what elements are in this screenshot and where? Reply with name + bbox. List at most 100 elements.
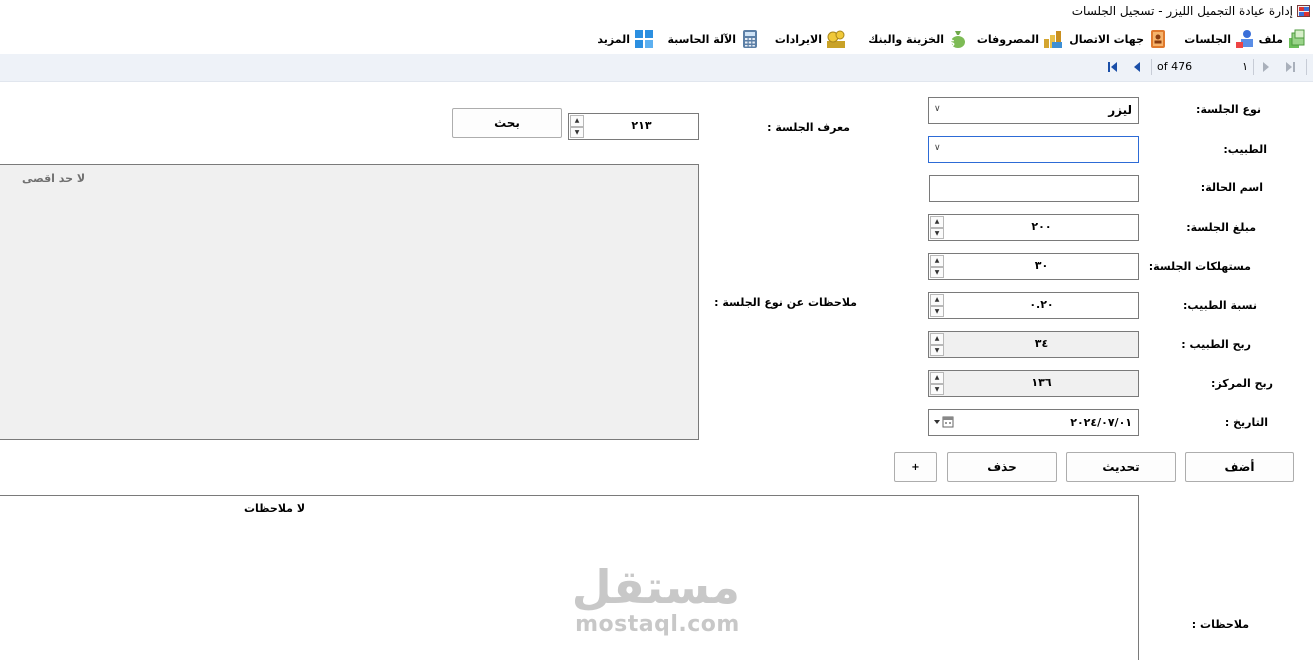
watermark-latin: mostaql.com [575, 612, 740, 637]
doctor-label: الطبيب: [1223, 143, 1267, 156]
session-id-value: ٢١٣ [631, 119, 652, 132]
more-icon [634, 29, 654, 49]
menu-treasury-label: الخزينة والبنك [868, 32, 944, 46]
session-supplies-spinner[interactable]: ▲ ▼ ٣٠ [928, 253, 1139, 280]
session-amount-spinner[interactable]: ▲ ▼ ٢٠٠ [928, 214, 1139, 241]
move-previous-icon[interactable] [1130, 60, 1144, 74]
session-type-combo[interactable]: ليزر ∨ [928, 97, 1139, 124]
spin-up-icon[interactable]: ▲ [570, 115, 584, 127]
spinner-buttons[interactable]: ▲ ▼ [930, 255, 944, 278]
spin-up-icon[interactable]: ▲ [930, 294, 944, 306]
sessions-icon [1235, 29, 1255, 49]
spin-up-icon[interactable]: ▲ [930, 372, 944, 384]
doctor-ratio-spinner[interactable]: ▲ ▼ ٠.٢٠ [928, 292, 1139, 319]
menu-contacts-label: جهات الاتصال [1069, 32, 1144, 46]
expenses-icon [1043, 29, 1063, 49]
spinner-buttons[interactable]: ▲ ▼ [930, 333, 944, 356]
doctor-combo[interactable]: ∨ [928, 136, 1139, 163]
record-navigator: ١ of 476 [0, 54, 1313, 82]
calculator-icon [740, 29, 760, 49]
extra-button[interactable]: + [894, 452, 937, 482]
delete-button[interactable]: حذف [947, 452, 1057, 482]
case-name-input[interactable] [929, 175, 1139, 202]
type-notes-text: لا حد اقصى [22, 172, 86, 185]
file-icon [1287, 29, 1307, 49]
date-picker[interactable]: ٢٠٢٤/٠٧/٠١ [928, 409, 1139, 436]
menu-expenses[interactable]: المصروفات [977, 28, 1063, 50]
notes-memo[interactable]: لا ملاحظات [0, 495, 1139, 660]
search-button[interactable]: بحث [452, 108, 562, 138]
menu-expenses-label: المصروفات [976, 32, 1039, 46]
notes-text: لا ملاحظات [244, 502, 306, 515]
window-title: إدارة عيادة التجميل الليزر - تسجيل الجلس… [1071, 4, 1293, 18]
menu-treasury[interactable]: $ الخزينة والبنك [868, 28, 968, 50]
session-supplies-label: مستهلكات الجلسة: [1148, 260, 1251, 273]
spinner-buttons[interactable]: ▲ ▼ [930, 216, 944, 239]
chevron-down-icon[interactable]: ∨ [934, 143, 941, 153]
menu-bar: ملف الجلسات جهات الاتصال المصروفات $ الخ… [0, 23, 1313, 54]
type-notes-memo[interactable]: لا حد اقصى [0, 164, 699, 440]
menu-sessions-label: الجلسات [1184, 32, 1231, 46]
session-id-spinner[interactable]: ▲ ▼ ٢١٣ [568, 113, 699, 140]
menu-contacts[interactable]: جهات الاتصال [1069, 28, 1168, 50]
type-notes-label: ملاحظات عن نوع الجلسة : [714, 296, 857, 309]
doctor-profit-label: ربح الطبيب : [1181, 338, 1251, 351]
contacts-icon [1148, 29, 1168, 49]
menu-revenue-label: الايرادات [774, 32, 822, 46]
spin-up-icon[interactable]: ▲ [930, 216, 944, 228]
navigator-grip [1306, 59, 1307, 75]
chevron-down-icon[interactable]: ∨ [934, 104, 941, 114]
menu-calculator-label: الآلة الحاسبة [667, 32, 736, 46]
update-button[interactable]: تحديث [1066, 452, 1176, 482]
spin-down-icon[interactable]: ▼ [930, 344, 944, 356]
spin-down-icon[interactable]: ▼ [930, 227, 944, 239]
menu-sessions[interactable]: الجلسات [1184, 28, 1255, 50]
spin-down-icon[interactable]: ▼ [570, 126, 584, 138]
spin-down-icon[interactable]: ▼ [930, 383, 944, 395]
treasury-icon: $ [948, 29, 968, 49]
notes-label: ملاحظات : [1191, 618, 1249, 631]
navigator-separator [1253, 59, 1254, 75]
menu-revenue[interactable]: الايرادات [775, 28, 846, 50]
spinner-buttons[interactable]: ▲ ▼ [930, 372, 944, 395]
add-button[interactable]: أضف [1185, 452, 1294, 482]
menu-file[interactable]: ملف [1259, 28, 1307, 50]
doctor-profit-value: ٣٤ [1034, 337, 1049, 350]
spinner-buttons[interactable]: ▲ ▼ [930, 294, 944, 317]
doctor-ratio-value: ٠.٢٠ [1029, 298, 1054, 311]
watermark-arabic: مستقل [571, 560, 740, 614]
menu-more-label: المزيد [597, 32, 630, 46]
session-type-value: ليزر [1108, 103, 1132, 117]
move-last-icon[interactable] [1283, 60, 1297, 74]
session-amount-label: مبلغ الجلسة: [1186, 221, 1256, 234]
record-count-label: of 476 [1157, 60, 1193, 73]
calendar-dropdown-icon[interactable] [933, 415, 955, 432]
center-profit-label: ربح المركز: [1211, 377, 1273, 390]
case-name-label: اسم الحالة: [1200, 181, 1263, 194]
mostaql-watermark: مستقل mostaql.com [571, 560, 740, 650]
navigator-separator [1151, 59, 1152, 75]
session-supplies-value: ٣٠ [1034, 259, 1049, 272]
move-first-icon[interactable] [1106, 60, 1120, 74]
spin-up-icon[interactable]: ▲ [930, 333, 944, 345]
spin-down-icon[interactable]: ▼ [930, 266, 944, 278]
move-next-icon[interactable] [1259, 60, 1273, 74]
doctor-profit-spinner[interactable]: ▲ ▼ ٣٤ [928, 331, 1139, 358]
menu-calculator[interactable]: الآلة الحاسبة [667, 28, 760, 50]
session-id-label: معرف الجلسة : [767, 121, 850, 134]
doctor-ratio-label: نسبة الطبيب: [1183, 299, 1257, 312]
app-icon [1297, 5, 1310, 17]
center-profit-value: ١٣٦ [1031, 376, 1052, 389]
session-amount-value: ٢٠٠ [1031, 220, 1052, 233]
menu-file-label: ملف [1258, 32, 1283, 46]
spin-up-icon[interactable]: ▲ [930, 255, 944, 267]
menu-more[interactable]: المزيد [597, 28, 654, 50]
date-value: ٢٠٢٤/٠٧/٠١ [1070, 416, 1132, 429]
svg-text:$: $ [949, 39, 955, 49]
position-input[interactable]: ١ [1200, 59, 1250, 76]
center-profit-spinner[interactable]: ▲ ▼ ١٣٦ [928, 370, 1139, 397]
title-bar: إدارة عيادة التجميل الليزر - تسجيل الجلس… [0, 0, 1313, 23]
spinner-buttons[interactable]: ▲ ▼ [570, 115, 584, 138]
spin-down-icon[interactable]: ▼ [930, 305, 944, 317]
date-label: التاريخ : [1224, 416, 1268, 429]
